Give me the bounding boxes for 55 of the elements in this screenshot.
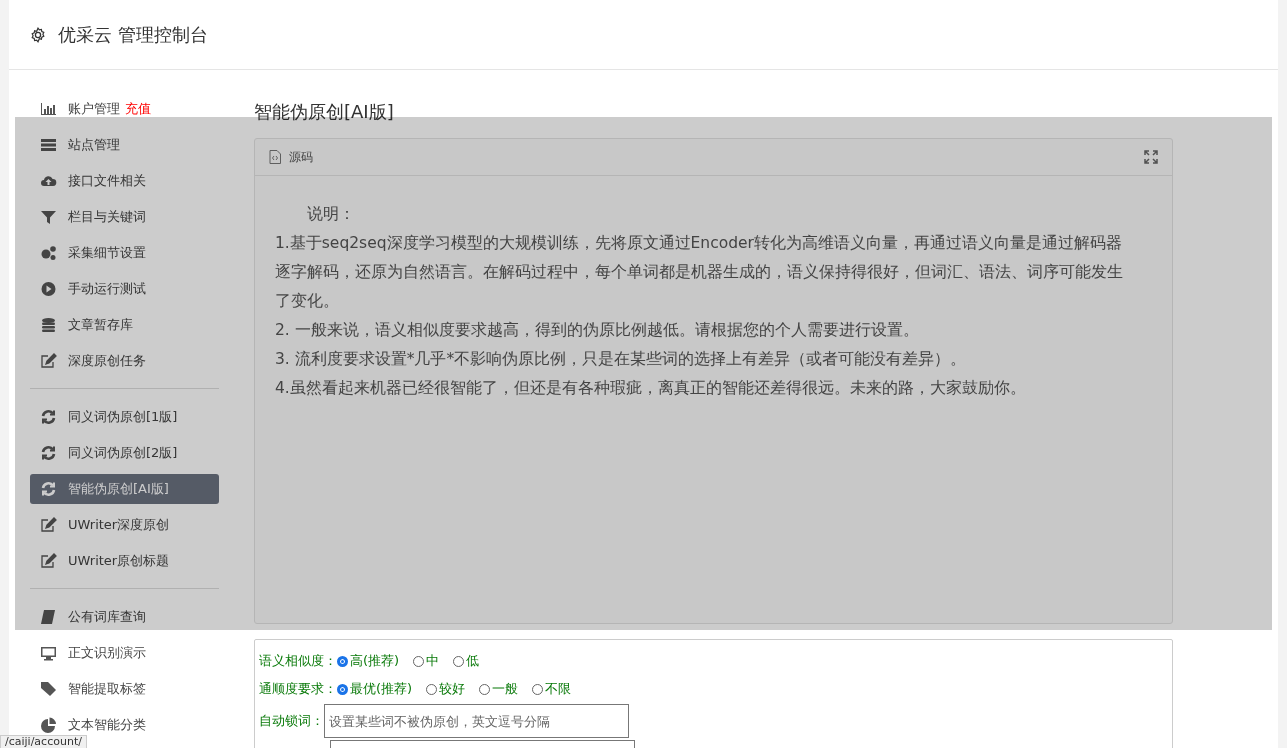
sidebar-item[interactable]: 手动运行测试 bbox=[30, 274, 219, 304]
sidebar-item[interactable]: 智能提取标签 bbox=[30, 674, 219, 704]
pie-icon bbox=[40, 717, 57, 733]
radio-option[interactable]: 较好 bbox=[426, 680, 466, 698]
panel-title: 源码 bbox=[289, 148, 313, 166]
description-paragraph: 3. 流利度要求设置*几乎*不影响伪原比例，只是在某些词的选择上有差异（或者可能没有差异）。 bbox=[275, 349, 968, 370]
edit-icon bbox=[40, 553, 57, 569]
description-paragraph: 2. 一般来说，语义相似度要求越高，得到的伪原比例越低。请根据您的个人需要进行设置。 bbox=[275, 320, 920, 341]
settings-icon bbox=[30, 26, 46, 43]
fullscreen-icon[interactable] bbox=[1144, 150, 1158, 164]
radio-option[interactable]: 最优(推荐) bbox=[337, 680, 413, 698]
description-paragraph: 4.虽然看起来机器已经很智能了，但还是有各种瑕疵，离真正的智能还差得很远。未来的路，大家鼓励你。 bbox=[275, 378, 1027, 399]
sidebar-item[interactable]: 深度原创任务 bbox=[30, 346, 219, 376]
radio-option[interactable]: 不限 bbox=[532, 680, 572, 698]
cloud-icon bbox=[40, 173, 57, 189]
radio-option[interactable]: 一般 bbox=[479, 680, 519, 698]
sidebar-item[interactable]: 站点管理 bbox=[30, 130, 219, 160]
sync-icon bbox=[40, 481, 57, 497]
edit-icon bbox=[40, 353, 57, 369]
recharge-link[interactable]: 充值 bbox=[125, 100, 151, 118]
sync-icon bbox=[40, 409, 57, 425]
field-label: 通顺度要求： bbox=[259, 680, 337, 698]
url-tooltip: /caiji/account/ bbox=[0, 735, 87, 748]
description-heading: 说明： bbox=[306, 204, 356, 225]
radio-option[interactable]: 中 bbox=[413, 652, 440, 670]
edit-icon bbox=[40, 517, 57, 533]
sync-icon bbox=[40, 445, 57, 461]
sidebar-item[interactable]: 采集细节设置 bbox=[30, 238, 219, 268]
server-icon bbox=[40, 137, 57, 153]
radio-option[interactable]: 低 bbox=[453, 652, 480, 670]
radio-option[interactable]: 高(推荐) bbox=[337, 652, 400, 670]
filter-icon bbox=[40, 209, 57, 225]
bars-icon bbox=[40, 101, 57, 117]
code-file-icon bbox=[269, 150, 281, 164]
sidebar-item[interactable]: 账户管理 充值 bbox=[30, 94, 219, 124]
sidebar-item[interactable]: 文章暂存库 bbox=[30, 310, 219, 340]
sidebar-item[interactable]: 同义词伪原创[2版] bbox=[30, 438, 219, 468]
monitor-icon bbox=[40, 645, 57, 661]
play-icon bbox=[40, 281, 57, 297]
sidebar-item[interactable]: 栏目与关键词 bbox=[30, 202, 219, 232]
sidebar-item[interactable]: 接口文件相关 bbox=[30, 166, 219, 196]
field-label: 语义相似度： bbox=[259, 652, 337, 670]
app-title: 优采云 管理控制台 bbox=[58, 22, 208, 47]
sidebar-item[interactable]: UWriter深度原创 bbox=[30, 510, 219, 540]
description-paragraph: 1.基于seq2seq深度学习模型的大规模训练，先将原文通过Encoder转化为高维语义向量，再通过语义向量是通过解码器逐字解码，还原为自然语言。在解码过程中，每个单词都是机器生成的，语义保持得很好，但词汇、语法、词序可能发生了变化。 bbox=[275, 233, 1124, 312]
db-icon bbox=[40, 317, 57, 333]
field-label: 自动锁词： bbox=[259, 712, 324, 730]
tag-icon bbox=[40, 681, 57, 697]
page-title: 智能伪原创[AI版] bbox=[254, 100, 395, 124]
sidebar-item[interactable]: 公有词库查询 bbox=[30, 602, 219, 632]
lock-words-field[interactable]: 设置某些词不被伪原创，英文逗号分隔 bbox=[324, 704, 629, 738]
sidebar-item[interactable]: UWriter原创标题 bbox=[30, 546, 219, 576]
sidebar-item[interactable]: 同义词伪原创[1版] bbox=[30, 402, 219, 432]
sidebar-item[interactable]: 智能伪原创[AI版] bbox=[30, 474, 219, 504]
sidebar-item[interactable]: 正文识别演示 bbox=[30, 638, 219, 668]
